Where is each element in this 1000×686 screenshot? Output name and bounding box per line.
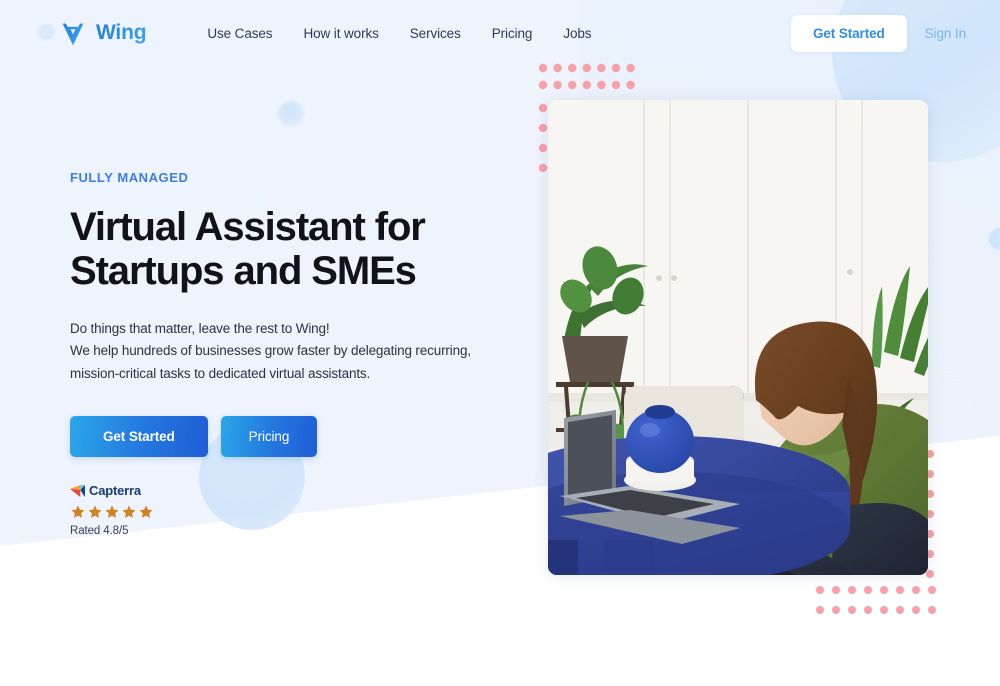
nav-link-how-it-works[interactable]: How it works xyxy=(303,26,378,41)
nav-link-jobs[interactable]: Jobs xyxy=(563,26,591,41)
hero-title-line-2: Startups and SMEs xyxy=(70,249,417,293)
dot-grid-bottom-right xyxy=(815,584,937,622)
hero-get-started-button[interactable]: Get Started xyxy=(70,416,208,458)
hero-section: FULLY MANAGED Virtual Assistant for Star… xyxy=(70,170,540,537)
hero-photo xyxy=(548,100,928,575)
main-nav: Use Cases How it works Services Pricing … xyxy=(207,26,591,41)
site-header: Wing Use Cases How it works Services Pri… xyxy=(0,0,1000,66)
brand-logo[interactable]: Wing xyxy=(58,18,147,48)
hero-sub-line-2: We help hundreds of businesses grow fast… xyxy=(70,343,471,359)
capterra-arrow-icon xyxy=(70,484,85,498)
decorative-blob-small xyxy=(278,101,304,126)
hero-title-line-1: Virtual Assistant for xyxy=(70,205,426,249)
hero-sub-line-1: Do things that matter, leave the rest to… xyxy=(70,321,330,336)
hero-pricing-button[interactable]: Pricing xyxy=(220,416,318,458)
star-icon xyxy=(87,504,103,520)
sign-in-button[interactable]: Sign In xyxy=(913,15,978,52)
hero-eyebrow: FULLY MANAGED xyxy=(70,170,189,185)
star-icon xyxy=(70,504,86,520)
page-root: Wing Use Cases How it works Services Pri… xyxy=(0,0,1000,686)
star-icon xyxy=(121,504,137,520)
nav-link-pricing[interactable]: Pricing xyxy=(492,26,533,41)
page-title: Virtual Assistant for Startups and SMEs xyxy=(70,205,540,293)
hero-sub-line-3: mission-critical tasks to dedicated virt… xyxy=(70,365,371,381)
star-icon xyxy=(104,504,120,520)
cta-row: Get Started Pricing xyxy=(70,416,540,458)
nav-link-use-cases[interactable]: Use Cases xyxy=(207,26,272,41)
header-actions: Get Started Sign In xyxy=(790,14,1000,52)
capterra-wordmark: Capterra xyxy=(89,483,141,499)
nav-link-services[interactable]: Services xyxy=(410,26,461,41)
hero-subtitle: Do things that matter, leave the rest to… xyxy=(70,318,540,385)
star-rating xyxy=(70,504,540,520)
capterra-logo: Capterra xyxy=(70,483,540,498)
star-icon xyxy=(138,504,154,520)
wing-w-logo-icon xyxy=(58,18,88,48)
rating-score-text: Rated 4.8/5 xyxy=(70,525,129,538)
brand-name: Wing xyxy=(96,21,147,44)
nav-get-started-button[interactable]: Get Started xyxy=(790,14,907,52)
rating-block: Capterra Rated 4.8/5 xyxy=(70,483,540,537)
